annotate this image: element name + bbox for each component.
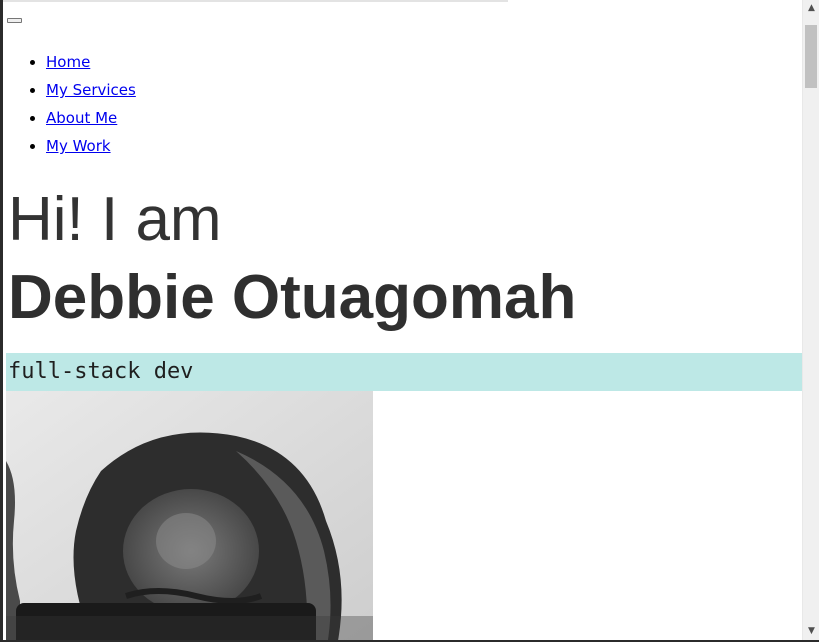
scroll-up-arrow-icon[interactable]: ▲ (803, 0, 819, 17)
scroll-thumb[interactable] (805, 25, 817, 88)
nav-link-home[interactable]: Home (46, 53, 90, 71)
menu-toggle-button[interactable] (7, 18, 22, 23)
page-content: Home My Services About Me My Work Hi! I … (6, 0, 803, 640)
browser-viewport: Home My Services About Me My Work Hi! I … (0, 0, 819, 642)
scroll-down-arrow-icon[interactable]: ▼ (803, 623, 819, 640)
profile-photo (6, 391, 373, 640)
nav-item-services: My Services (46, 76, 136, 104)
nav-link-services[interactable]: My Services (46, 81, 136, 99)
profile-photo-image (6, 391, 373, 640)
nav-link-about[interactable]: About Me (46, 109, 117, 127)
nav-item-work: My Work (46, 132, 136, 160)
role-banner: full-stack dev (6, 353, 803, 391)
nav-link-work[interactable]: My Work (46, 137, 111, 155)
hero-name: Debbie Otuagomah (8, 263, 577, 332)
nav-item-home: Home (46, 48, 136, 76)
vertical-scrollbar[interactable]: ▲ ▼ (802, 0, 819, 640)
main-nav: Home My Services About Me My Work (6, 48, 136, 160)
nav-item-about: About Me (46, 104, 136, 132)
hero-intro: Hi! I am (8, 185, 222, 254)
